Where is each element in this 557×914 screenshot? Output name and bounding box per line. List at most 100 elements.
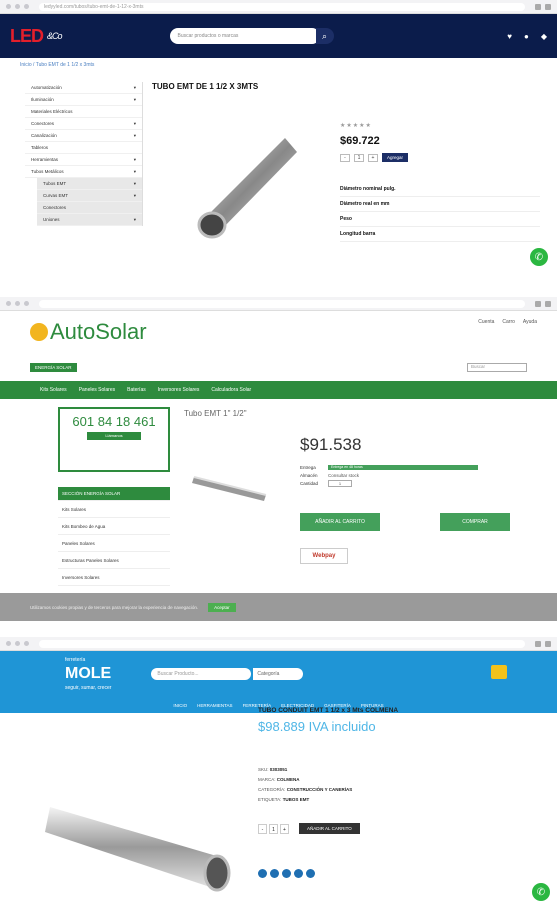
nav-item[interactable]: Kits Solares [40,387,67,393]
address-bar[interactable]: ledyyled.com/tubos/tubo-emt-de-1-12-x-3m… [39,2,525,11]
reload-icon[interactable] [24,301,29,306]
pinterest-icon[interactable] [294,869,303,878]
rating-stars: ★★★★★ [340,123,372,129]
linkedin-icon[interactable] [282,869,291,878]
facebook-icon[interactable] [258,869,267,878]
back-icon[interactable] [6,641,11,646]
category-select[interactable]: Categoría [253,668,304,680]
sidebar-item[interactable]: Automatización ▾ [25,82,142,94]
menu-item[interactable]: Estructuras Paneles Solares [58,552,170,569]
whatsapp-icon[interactable]: ✆ [530,248,548,266]
menu-icon[interactable] [545,3,551,10]
phone-number[interactable]: 601 84 18 461 [60,415,168,428]
site-header: ferretería MOLE seguir, sumar, crecer Bu… [0,651,557,697]
quantity-input[interactable]: 1 [328,479,352,487]
browser-toolbar [0,637,557,651]
qty-value[interactable]: 1 [269,823,278,834]
browser-toolbar [0,297,557,311]
qty-minus[interactable]: - [340,153,350,162]
search-icon[interactable]: ⌕ [315,28,334,44]
quantity-row: - 1 + AÑADIR AL CARRITO [258,823,360,834]
pipe-image [192,476,267,501]
forward-icon[interactable] [15,301,20,306]
whatsapp-icon[interactable]: ✆ [532,883,550,901]
call-button[interactable]: Llámanos [87,432,141,440]
extension-icon[interactable] [535,3,541,10]
menu-item[interactable]: Kits Solares [58,501,170,518]
product-title: TUBO EMT DE 1 1/2 X 3MTS [152,82,259,91]
sidebar-item[interactable]: Herramientas ▾ [25,154,142,166]
nav-item[interactable]: Calculadora Solar [211,387,251,393]
search-input[interactable]: Buscar [467,362,527,372]
reload-icon[interactable] [24,641,29,646]
stock-row: Almacén Consultar stock [300,472,360,478]
sidebar-subitem[interactable]: Conectores [37,202,142,214]
site-header: LED &Co Buscar productos o marcas ⌕ ♥ ● … [0,14,557,58]
qty-plus[interactable]: + [280,823,289,834]
product-title: Tubo EMT 1" 1/2" [184,409,247,418]
account-link[interactable]: Cuenta [478,319,494,325]
nav-item[interactable]: Inversores Solares [158,387,200,393]
help-link[interactable]: Ayuda [523,319,537,325]
nav-item[interactable]: INICIO [173,703,187,708]
extension-icon[interactable] [535,300,541,307]
email-icon[interactable] [306,869,315,878]
qty-value[interactable]: 1 [354,153,364,162]
sidebar-item[interactable]: Canalización ▾ [25,130,142,142]
section-badge[interactable]: ENERGÍA SOLAR [30,362,77,372]
menu-item[interactable]: Paneles Solares [58,535,170,552]
qty-plus[interactable]: + [368,153,378,162]
breadcrumb[interactable]: Inicio / Tubo EMT de 1 1/2 x 3mts [0,58,557,72]
menu-item[interactable]: Kits Bombeo de Agua [58,518,170,535]
twitter-icon[interactable] [270,869,279,878]
menu-header[interactable]: SECCIÓN ENERGÍA SOLAR [58,487,170,501]
heart-icon[interactable]: ♥ [507,32,512,41]
sidebar-item[interactable]: Tableros [25,142,142,154]
address-bar[interactable] [39,299,525,308]
sidebar-item[interactable]: Conectores ▾ [25,118,142,130]
cart-link[interactable]: Carro [502,319,515,325]
address-bar[interactable] [39,639,525,648]
menu-icon[interactable] [545,640,551,647]
nav-item[interactable]: HERRAMIENTAS [197,703,232,708]
header-icons: ♥ ● ◆ [507,32,547,41]
back-icon[interactable] [6,301,11,306]
buy-now-button[interactable]: COMPRAR [440,513,510,531]
menu-item[interactable]: Inversores Solares [58,569,170,586]
user-icon[interactable]: ● [524,32,529,41]
site-logo[interactable]: ferretería MOLE seguir, sumar, crecer [65,653,111,695]
product-price: $69.722 [340,135,380,147]
meta-row: ETIQUETA: TUBOS EMT [258,797,310,802]
sidebar-item[interactable]: Iluminación ▾ [25,94,142,106]
cart-icon[interactable]: ◆ [541,32,547,41]
add-to-cart-button[interactable]: Agregar [382,153,409,162]
qty-minus[interactable]: - [258,823,267,834]
add-to-cart-button[interactable]: AÑADIR AL CARRITO [300,513,380,531]
forward-icon[interactable] [15,4,20,9]
nav-item[interactable]: Paneles Solares [79,387,115,393]
menu-icon[interactable] [545,300,551,307]
meta-row: CATEGORÍA: CONSTRUCCIÓN Y CANERÍAS [258,787,353,792]
cookie-accept-button[interactable]: Aceptar [208,602,236,612]
sidebar-item[interactable]: Tubos Metálicos ▾ [25,166,142,178]
add-to-cart-button[interactable]: AÑADIR AL CARRITO [299,823,360,834]
search-input[interactable]: Buscar Producto... [151,668,252,680]
quantity-row: - 1 + Agregar [340,153,540,162]
forward-icon[interactable] [15,641,20,646]
back-icon[interactable] [6,4,11,9]
site-logo[interactable]: LED &Co [10,26,62,47]
cart-icon[interactable] [491,665,507,679]
search-input[interactable]: Buscar productos o marcas [169,28,320,44]
extension-icon[interactable] [535,640,541,647]
product-details: Entrega Entrega en 48 horas Almacén Consul… [300,463,518,487]
meta-row: MARCA: COLMENA [258,777,300,782]
sidebar-subitem[interactable]: Tubos EMT ▾ [37,178,142,190]
nav-item[interactable]: Baterías [127,387,146,393]
sidebar-subitem[interactable]: Curvas EMT ▾ [37,190,142,202]
delivery-row: Entrega Entrega en 48 horas [300,463,518,471]
sidebar-subitem[interactable]: Uniones ▾ [37,214,142,226]
main-nav: Kits Solares Paneles Solares Baterías In… [0,381,557,399]
site-logo[interactable]: AutoSolar [30,319,147,345]
sidebar-item[interactable]: Materiales Eléctricos [25,106,142,118]
reload-icon[interactable] [24,4,29,9]
